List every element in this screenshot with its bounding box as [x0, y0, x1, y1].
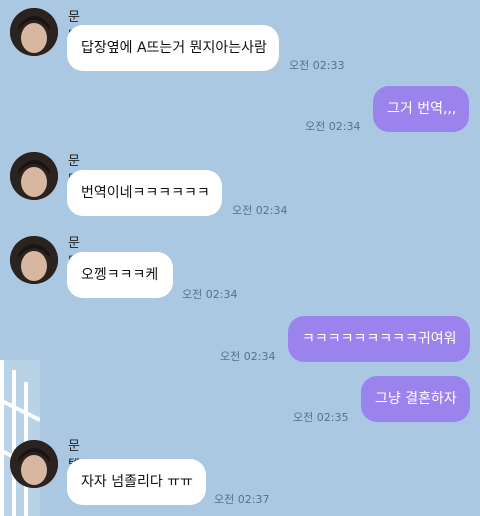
avatar[interactable]: [10, 440, 58, 488]
message-time: 오전 02:34: [305, 120, 361, 133]
message-time: 오전 02:34: [182, 288, 238, 301]
avatar[interactable]: [10, 152, 58, 200]
message-time: 오전 02:34: [220, 350, 276, 363]
message-time: 오전 02:35: [293, 411, 349, 424]
message-bubble[interactable]: 그거 번역,,,: [373, 86, 469, 132]
message-time: 오전 02:34: [232, 204, 288, 217]
message-bubble[interactable]: 번역이네ㅋㅋㅋㅋㅋㅋ: [67, 170, 222, 216]
message-time: 오전 02:37: [214, 493, 270, 506]
avatar[interactable]: [10, 236, 58, 284]
message-time: 오전 02:33: [289, 59, 345, 72]
message-bubble[interactable]: 그냥 결혼하자: [361, 376, 470, 422]
chat-screen: { "messages": [ {"side":"in","sender":"문…: [0, 0, 480, 516]
message-bubble[interactable]: 오껭ㅋㅋㅋ케: [67, 252, 173, 298]
background-building: [0, 360, 40, 516]
message-bubble[interactable]: 자자 넘졸리다 ㅠㅠ: [67, 459, 206, 505]
message-bubble[interactable]: 답장옆에 A뜨는거 뭔지아는사람: [67, 25, 279, 71]
message-bubble[interactable]: ㅋㅋㅋㅋㅋㅋㅋㅋㅋ귀여워: [288, 316, 470, 362]
avatar[interactable]: [10, 8, 58, 56]
